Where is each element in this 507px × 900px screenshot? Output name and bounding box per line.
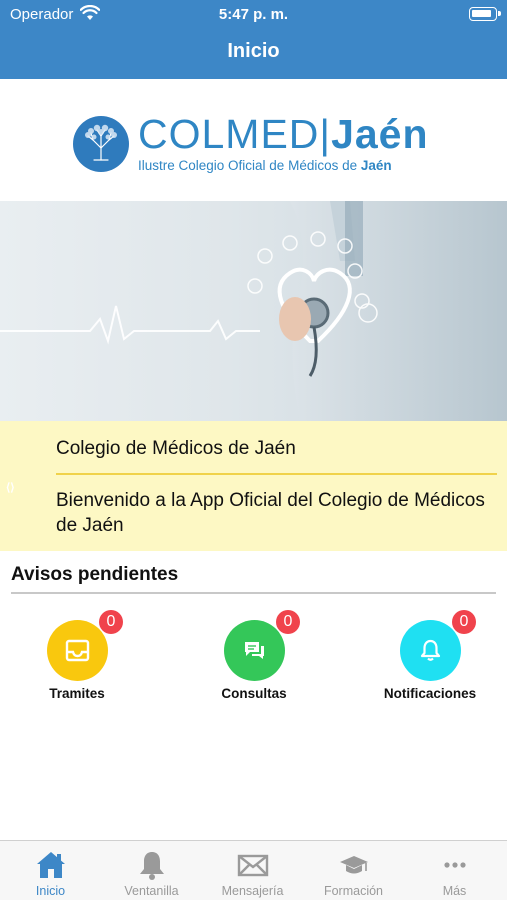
tramites-count-badge: 0 <box>99 610 123 634</box>
news-card[interactable]: ⟨⟩ Colegio de Médicos de Jaén Bienvenido… <box>0 421 507 551</box>
consultas-label: Consultas <box>221 686 287 701</box>
logo-city: Jaén <box>331 111 429 157</box>
news-title: Colegio de Médicos de Jaén <box>56 438 296 459</box>
envelope-icon <box>237 854 269 877</box>
colmed-logo: COLMED|Jaén Ilustre Colegio Oficial de M… <box>0 79 507 201</box>
status-bar: Operador 5:47 p. m. <box>0 0 507 30</box>
bell-icon <box>420 639 441 661</box>
news-side-marker: ⟨⟩ <box>6 482 15 494</box>
bell-icon <box>140 852 164 880</box>
graduation-cap-icon <box>340 856 368 874</box>
tab-ventanilla-label: Ventanilla <box>124 884 179 898</box>
more-icon <box>444 862 466 868</box>
avisos-heading: Avisos pendientes <box>11 564 179 585</box>
tab-mensajeria-label: Mensajería <box>221 884 284 898</box>
page-title: Inicio <box>227 40 280 62</box>
logo-name: COLMED <box>138 111 320 157</box>
chat-icon <box>245 642 264 659</box>
tree-emblem-icon <box>73 116 129 172</box>
logo-subtitle: Ilustre Colegio Oficial de Médicos de Ja… <box>138 158 392 173</box>
tramites-label: Tramites <box>49 686 105 701</box>
logo-wordmark: COLMED|Jaén <box>138 111 429 158</box>
notificaciones-count-badge: 0 <box>452 610 476 634</box>
tab-formacion[interactable]: Formación <box>303 841 404 900</box>
news-divider <box>56 473 497 475</box>
tab-formacion-label: Formación <box>323 884 384 898</box>
consultas-button[interactable] <box>224 620 285 681</box>
home-icon <box>37 852 65 878</box>
inbox-icon <box>65 639 90 662</box>
notificaciones-button[interactable] <box>400 620 461 681</box>
logo-separator: | <box>319 111 332 157</box>
avisos-divider <box>11 592 496 594</box>
battery-icon <box>469 7 501 21</box>
tab-inicio-label: Inicio <box>35 884 66 898</box>
status-time: 5:47 p. m. <box>218 6 289 23</box>
logo-subtitle-text: Ilustre Colegio Oficial de Médicos de <box>138 158 358 173</box>
top-bar: Operador 5:47 p. m. Inicio <box>0 0 507 79</box>
logo-subtitle-city: Jaén <box>360 158 392 173</box>
tab-mas-label: Más <box>442 884 467 898</box>
tab-inicio[interactable]: Inicio <box>0 841 101 900</box>
bottom-tab-bar: Inicio Ventanilla Mensajería Formación M… <box>0 840 507 900</box>
tramites-button[interactable] <box>47 620 108 681</box>
consultas-count-badge: 0 <box>276 610 300 634</box>
tab-mensajeria[interactable]: Mensajería <box>202 841 303 900</box>
news-body: Bienvenido a la App Oficial del Colegio … <box>56 490 485 536</box>
hero-banner-image <box>0 201 507 421</box>
tab-mas[interactable]: Más <box>404 841 505 900</box>
tab-ventanilla[interactable]: Ventanilla <box>101 841 202 900</box>
notificaciones-label: Notificaciones <box>383 686 477 701</box>
